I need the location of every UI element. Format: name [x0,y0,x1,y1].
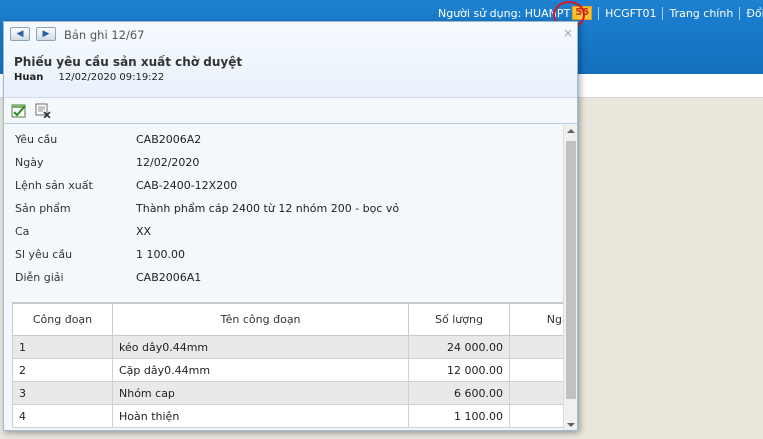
stages-grid: Công đoạn Tên công đoạn Số lượng Ngày 1 … [12,302,564,430]
user-nav: Người sử dụng: HUANPT 55 HCGFT01 Trang c… [438,5,763,21]
cell-date: 0 [509,381,564,405]
field-value: CAB-2400-12X200 [136,179,238,192]
cell-date: 0 [509,335,564,359]
field-row-date: Ngày 12/02/2020 [4,153,564,173]
nav-divider [739,6,741,20]
field-label: Diễn giải [15,271,64,284]
field-row-description: Diễn giải CAB2006A1 [4,268,564,288]
table-row[interactable]: 2 Cặp dây0.44mm 12 000.00 0 [12,358,564,382]
cell-stage: 1 [12,335,113,359]
cell-date: 0 [509,358,564,382]
field-value: XX [136,225,152,238]
table-row[interactable]: 1 kéo dây0.44mm 24 000.00 0 [12,335,564,359]
field-label: Ca [15,225,30,238]
author-name: Huan [14,72,44,83]
table-row[interactable]: 3 Nhóm cap 6 600.00 0 [12,381,564,405]
field-value: 12/02/2020 [136,156,200,169]
column-header[interactable]: Số lượng [408,303,510,336]
field-label: Lệnh sản xuất [15,179,93,192]
cell-stage-name: Cặp dây0.44mm [112,358,409,382]
field-value: 1 100.00 [136,248,185,261]
field-row-shift: Ca XX [4,222,564,242]
record-counter: Bản ghi 12/67 [64,28,145,42]
cell-stage-name: kéo dây0.44mm [112,335,409,359]
field-row-request: Yêu cầu CAB2006A2 [4,130,564,150]
field-value: CAB2006A2 [136,133,202,146]
company-link[interactable]: HCGFT01 [605,7,656,20]
table-row[interactable]: 4 Hoàn thiện 1 100.00 0 [12,404,564,428]
cell-quantity: 12 000.00 [408,358,510,382]
home-link[interactable]: Trang chính [669,7,733,20]
prev-record-button[interactable]: ◀ [10,27,30,41]
reject-icon[interactable] [35,103,51,118]
dialog-header: ◀ ▶ Bản ghi 12/67 × Phiếu yêu cầu sản xu… [4,22,577,97]
cell-stage: 4 [12,404,113,428]
field-label: Sl yêu cầu [15,248,73,261]
field-label: Yêu cầu [15,133,58,146]
cell-stage-name: Hoàn thiện [112,404,409,428]
field-value: Thành phẩm cáp 2400 từ 12 nhóm 200 - bọc… [136,202,400,215]
user-label: Người sử dụng: HUANPT [438,6,571,20]
approval-dialog: ◀ ▶ Bản ghi 12/67 × Phiếu yêu cầu sản xu… [3,21,578,431]
cell-quantity: 24 000.00 [408,335,510,359]
vertical-scrollbar[interactable] [563,125,577,430]
column-header[interactable]: Ngày [509,303,564,336]
approve-icon[interactable] [11,103,27,118]
cell-stage: 2 [12,358,113,382]
table-header-row: Công đoạn Tên công đoạn Số lượng Ngày [12,303,564,336]
cell-quantity: 1 100.00 [408,404,510,428]
field-label: Sản phẩm [15,202,71,215]
created-timestamp: 12/02/2020 09:19:22 [58,72,165,83]
scroll-thumb[interactable] [566,141,576,399]
change-link[interactable]: Đổi m [746,7,763,20]
next-record-button[interactable]: ▶ [36,27,56,41]
cell-quantity: 6 600.00 [408,381,510,405]
cell-stage: 3 [12,381,113,405]
field-value: CAB2006A1 [136,271,202,284]
cell-date: 0 [509,404,564,428]
dialog-body: Yêu cầu CAB2006A2 Ngày 12/02/2020 Lệnh s… [4,125,564,430]
stages-table: Công đoạn Tên công đoạn Số lượng Ngày 1 … [12,303,564,428]
scroll-down-icon[interactable] [567,423,575,427]
nav-divider [662,6,664,20]
dialog-subtitle: Huan 12/02/2020 09:19:22 [14,72,164,83]
cell-stage-name: Nhóm cap [112,381,409,405]
field-row-product: Sản phẩm Thành phẩm cáp 2400 từ 12 nhóm … [4,199,564,219]
column-header[interactable]: Tên công đoạn [112,303,409,336]
dialog-title: Phiếu yêu cầu sản xuất chờ duyệt [14,55,243,69]
scroll-up-icon[interactable] [567,129,575,133]
close-icon[interactable]: × [563,26,573,40]
field-row-production-order: Lệnh sản xuất CAB-2400-12X200 [4,176,564,196]
nav-divider [598,6,600,20]
field-row-quantity: Sl yêu cầu 1 100.00 [4,245,564,265]
column-header[interactable]: Công đoạn [12,303,113,336]
dialog-toolbar [4,97,577,124]
prev-record-icon: ◀ [16,29,24,39]
next-record-icon: ▶ [42,29,50,39]
field-label: Ngày [15,156,44,169]
